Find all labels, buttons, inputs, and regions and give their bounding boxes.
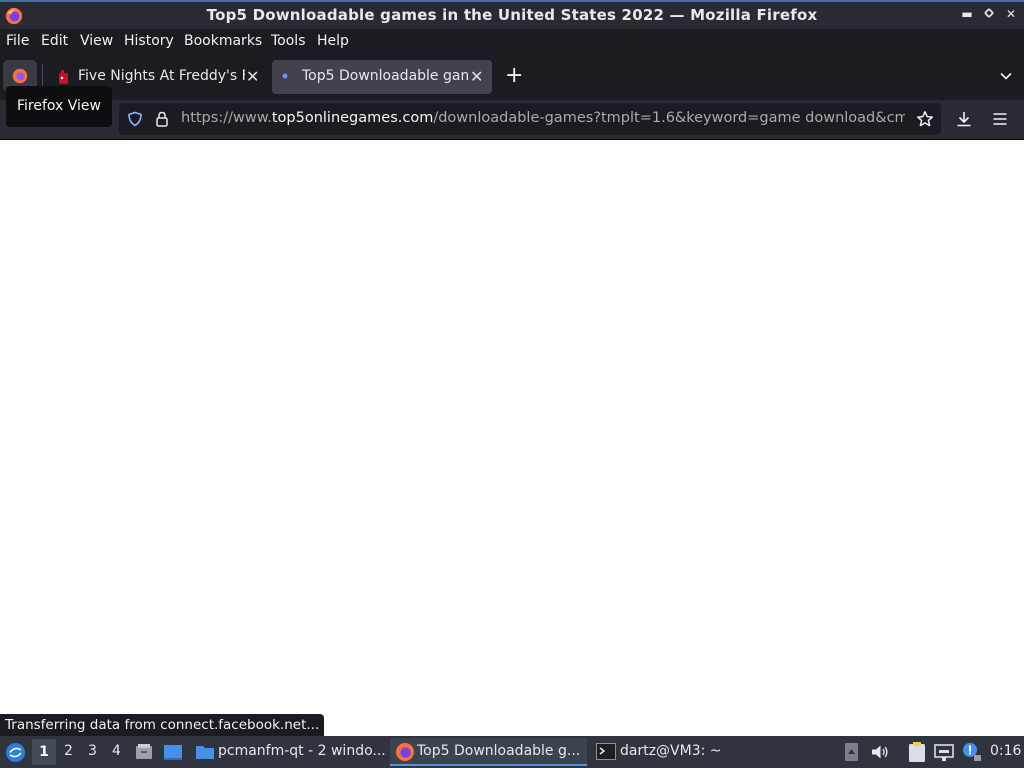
task-label: pcmanfm-qt - 2 windo... [218, 743, 386, 759]
url-host: top5onlinegames.com [271, 110, 434, 126]
tab-top5-downloadable[interactable]: Top5 Downloadable game ✕ [272, 60, 492, 94]
task-terminal[interactable]: dartz@VM3: ~ [593, 738, 728, 766]
tray-indicator-icon[interactable] [844, 742, 859, 762]
tab-close-icon[interactable]: ✕ [246, 67, 259, 86]
navigation-toolbar: https://www.top5onlinegames.com/download… [0, 100, 1024, 140]
url-path: /downloadable-games?tmplt=1.6&keyword=ga… [433, 110, 905, 126]
restore-icon[interactable] [982, 7, 996, 21]
menu-history[interactable]: History [124, 33, 174, 49]
clipboard-icon[interactable] [907, 741, 927, 763]
firefox-view-icon [12, 68, 28, 84]
download-icon[interactable] [955, 110, 973, 128]
firefox-view-tooltip: Firefox View [6, 86, 112, 127]
volume-icon[interactable] [871, 744, 889, 760]
page-content[interactable] [0, 140, 1024, 736]
star-bookmark-icon[interactable] [916, 110, 934, 128]
url-prefix: https://www. [181, 110, 272, 126]
window-titlebar: Top5 Downloadable games in the United St… [0, 0, 1024, 29]
folder-icon [196, 746, 214, 759]
taskbar: 1 2 3 4 pcmanfm-qt - 2 windo... Top5 Dow… [0, 736, 1024, 768]
task-firefox[interactable]: Top5 Downloadable g... [390, 738, 587, 766]
shield-icon[interactable] [127, 111, 143, 127]
freddy-favicon-icon [59, 70, 68, 84]
menubar: File Edit View History Bookmarks Tools H… [0, 29, 1024, 54]
start-menu-icon[interactable] [5, 742, 26, 763]
status-panel: Transferring data from connect.facebook.… [0, 714, 325, 736]
menu-edit[interactable]: Edit [41, 33, 68, 49]
menu-tools[interactable]: Tools [271, 33, 306, 49]
menu-view[interactable]: View [80, 33, 113, 49]
workspace-4[interactable]: 4 [112, 743, 121, 759]
hamburger-menu-icon[interactable] [991, 110, 1009, 128]
menu-help[interactable]: Help [317, 33, 349, 49]
file-manager-launcher-icon[interactable] [135, 743, 153, 761]
url-text[interactable]: https://www.top5onlinegames.com/download… [181, 110, 905, 126]
workspace-1[interactable]: 1 [32, 739, 56, 765]
task-pcmanfm[interactable]: pcmanfm-qt - 2 windo... [191, 738, 386, 766]
task-label: dartz@VM3: ~ [620, 743, 722, 759]
new-tab-plus-icon[interactable]: + [505, 65, 523, 87]
menu-file[interactable]: File [6, 33, 29, 49]
window-title: Top5 Downloadable games in the United St… [206, 6, 818, 24]
clock[interactable]: 0:16 [990, 743, 1021, 759]
chevron-down-icon[interactable] [1000, 70, 1012, 82]
network-icon[interactable] [934, 742, 954, 762]
firefox-icon [396, 743, 414, 761]
loading-icon [282, 73, 288, 79]
show-desktop-icon[interactable] [163, 743, 183, 761]
tab-label: Five Nights At Freddy's Fr [78, 68, 245, 84]
update-notification-icon[interactable] [962, 742, 982, 762]
task-label: Top5 Downloadable g... [417, 743, 581, 759]
workspace-2[interactable]: 2 [64, 743, 73, 759]
url-bar[interactable]: https://www.top5onlinegames.com/download… [119, 103, 941, 135]
lock-icon[interactable] [155, 111, 169, 127]
close-icon[interactable]: ✕ [1004, 7, 1018, 21]
workspace-3[interactable]: 3 [88, 743, 97, 759]
tab-strip: Five Nights At Freddy's Fr ✕ Top5 Downlo… [0, 54, 1024, 100]
tab-label: Top5 Downloadable game [302, 68, 468, 84]
menu-bookmarks[interactable]: Bookmarks [184, 33, 262, 49]
tab-close-icon[interactable]: ✕ [470, 67, 483, 86]
terminal-icon [596, 743, 616, 760]
minimize-icon[interactable]: ▬ [960, 7, 974, 21]
